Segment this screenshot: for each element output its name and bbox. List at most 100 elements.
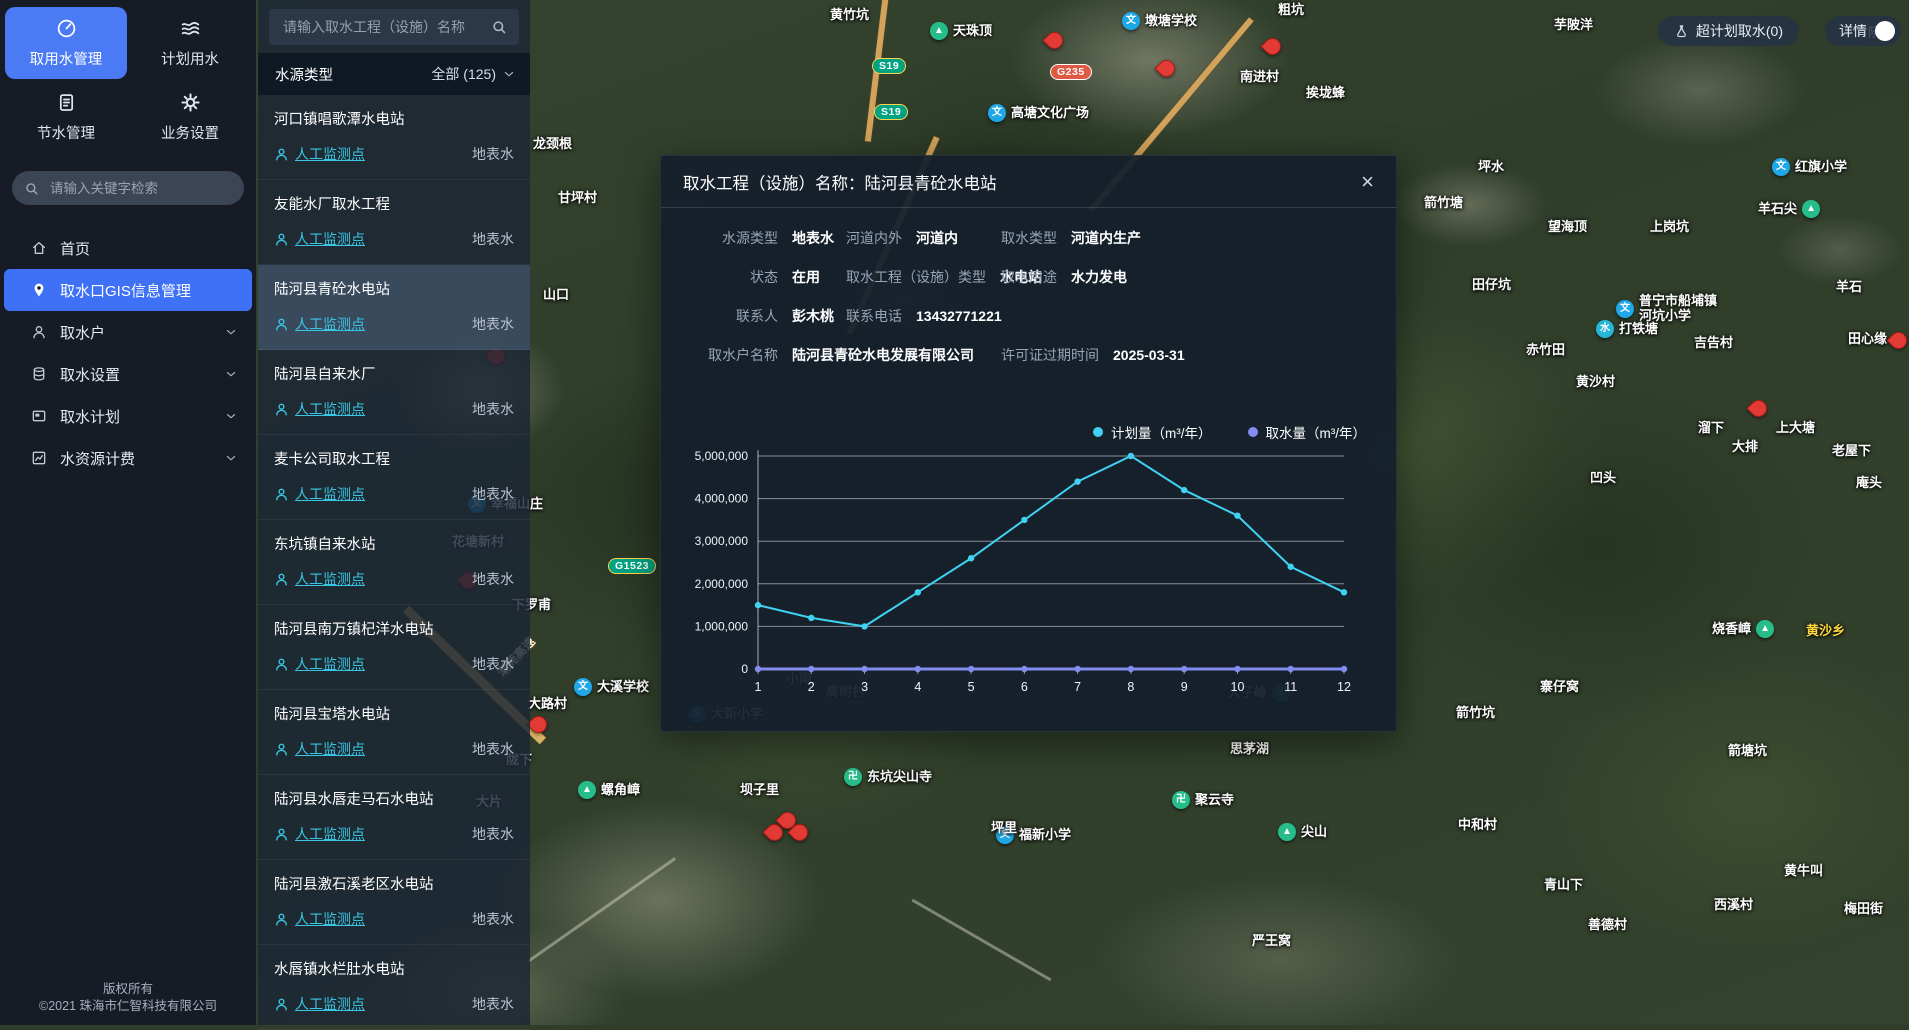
- person-icon: [274, 742, 289, 757]
- legend-item[interactable]: 取水量（m³/年）: [1248, 422, 1367, 442]
- temple-poi-icon[interactable]: 卍: [844, 768, 862, 786]
- station-list-item[interactable]: 友能水厂取水工程 人工监测点 地表水: [258, 180, 530, 265]
- keyword-search[interactable]: [12, 171, 244, 205]
- menu-item-label: 取水口GIS信息管理: [60, 280, 191, 301]
- monitor-type[interactable]: 人工监测点: [274, 144, 365, 164]
- station-list-item[interactable]: 水唇镇水栏肚水电站 人工监测点 地表水: [258, 945, 530, 1030]
- monitor-type[interactable]: 人工监测点: [274, 994, 365, 1014]
- sidebar: 取用水管理 计划用水 节水管理 业务设置 首页 取水口GIS信息管理 取水户 取…: [0, 0, 256, 1025]
- red-pin-marker-icon[interactable]: [1886, 328, 1909, 352]
- station-list-item[interactable]: 陆河县水唇走马石水电站 人工监测点 地表水: [258, 775, 530, 860]
- module-2[interactable]: 节水管理: [5, 81, 127, 153]
- map-place-label: 南进村: [1240, 70, 1279, 85]
- red-pin-marker-icon[interactable]: [1746, 396, 1770, 420]
- person-icon: [274, 912, 289, 927]
- menu-item-2[interactable]: 取水户: [4, 311, 252, 353]
- map-place-label: 箭竹塘: [1424, 196, 1463, 211]
- monitor-type[interactable]: 人工监测点: [274, 399, 365, 419]
- station-list-item[interactable]: 麦卡公司取水工程 人工监测点 地表水: [258, 435, 530, 520]
- module-1[interactable]: 计划用水: [129, 7, 251, 79]
- module-3[interactable]: 业务设置: [129, 81, 251, 153]
- menu-item-1[interactable]: 取水口GIS信息管理: [4, 269, 252, 311]
- monitor-type[interactable]: 人工监测点: [274, 739, 365, 759]
- map-place-label: ▲尖山: [1278, 823, 1327, 841]
- map-place-label: 粗坑: [1278, 3, 1304, 18]
- water-source-type: 地表水: [472, 399, 514, 419]
- svg-text:2: 2: [808, 680, 815, 694]
- station-list-item[interactable]: 陆河县青砼水电站 人工监测点 地表水: [258, 265, 530, 350]
- field-label: 联系人: [683, 306, 778, 326]
- school-poi-icon[interactable]: 文: [574, 678, 592, 696]
- station-search[interactable]: [269, 9, 519, 45]
- school-poi-icon[interactable]: 文: [988, 104, 1006, 122]
- monitor-type[interactable]: 人工监测点: [274, 569, 365, 589]
- field-value: 13432771221: [916, 308, 1002, 324]
- monitor-type[interactable]: 人工监测点: [274, 824, 365, 844]
- mountain-poi-icon[interactable]: ▲: [930, 22, 948, 40]
- field-label: 取水类型: [1001, 228, 1057, 248]
- monitor-type[interactable]: 人工监测点: [274, 484, 365, 504]
- overplan-button[interactable]: 超计划取水(0): [1658, 16, 1799, 46]
- station-list-item[interactable]: 东坑镇自来水站 人工监测点 地表水: [258, 520, 530, 605]
- station-list-item[interactable]: 陆河县南万镇杞洋水电站 人工监测点 地表水: [258, 605, 530, 690]
- module-label: 取用水管理: [30, 48, 103, 69]
- waves-icon: [180, 18, 201, 39]
- person-icon: [274, 402, 289, 417]
- mountain-poi-icon[interactable]: ▲: [578, 781, 596, 799]
- station-name: 友能水厂取水工程: [274, 193, 514, 214]
- water-source-type: 地表水: [472, 824, 514, 844]
- menu-item-4[interactable]: 取水计划: [4, 395, 252, 437]
- monitor-type[interactable]: 人工监测点: [274, 654, 365, 674]
- monitor-type[interactable]: 人工监测点: [274, 229, 365, 249]
- menu-item-0[interactable]: 首页: [4, 227, 252, 269]
- toggle-knob[interactable]: [1875, 21, 1895, 41]
- map-place-label: 大路村: [528, 697, 567, 712]
- svg-text:4: 4: [914, 680, 921, 694]
- legend-dot-icon: [1248, 427, 1258, 437]
- red-pin-marker-icon[interactable]: [1042, 28, 1066, 52]
- home-icon: [31, 240, 47, 256]
- mountain-poi-icon[interactable]: ▲: [1278, 823, 1296, 841]
- keyword-search-input[interactable]: [48, 180, 232, 197]
- map-place-label: 溜下: [1698, 421, 1724, 436]
- close-icon[interactable]: ×: [1361, 171, 1374, 193]
- legend-item[interactable]: 计划量（m³/年）: [1093, 422, 1212, 442]
- school-poi-icon[interactable]: 文: [1616, 300, 1634, 318]
- mountain-poi-icon[interactable]: ▲: [1802, 200, 1820, 218]
- mountain-poi-icon[interactable]: ▲: [1756, 620, 1774, 638]
- station-list-item[interactable]: 陆河县自来水厂 人工监测点 地表水: [258, 350, 530, 435]
- red-pin-marker-icon[interactable]: [1154, 56, 1178, 80]
- station-list-item[interactable]: 河口镇唱歌潭水电站 人工监测点 地表水: [258, 95, 530, 180]
- school-poi-icon[interactable]: 文: [1772, 158, 1790, 176]
- school-poi-icon[interactable]: 文: [1122, 12, 1140, 30]
- map-place-label: 黄沙乡: [1806, 624, 1845, 639]
- map-place-label: 文墩塘学校: [1122, 12, 1197, 30]
- monitor-type[interactable]: 人工监测点: [274, 909, 365, 929]
- source-type-filter[interactable]: 水源类型 全部 (125): [258, 53, 530, 95]
- module-0[interactable]: 取用水管理: [5, 7, 127, 79]
- map-place-label: 箭竹坑: [1456, 706, 1495, 721]
- water-source-type: 地表水: [472, 144, 514, 164]
- map-place-label: 中和村: [1458, 818, 1497, 833]
- svg-text:9: 9: [1181, 680, 1188, 694]
- station-list-item[interactable]: 陆河县宝塔水电站 人工监测点 地表水: [258, 690, 530, 775]
- field-label: 取水用途: [1001, 267, 1057, 287]
- station-search-input[interactable]: [281, 18, 483, 36]
- water-poi-icon[interactable]: 水: [1596, 320, 1614, 338]
- menu-item-3[interactable]: 取水设置: [4, 353, 252, 395]
- svg-text:5: 5: [968, 680, 975, 694]
- menu-item-label: 首页: [60, 238, 90, 259]
- station-name: 麦卡公司取水工程: [274, 448, 514, 469]
- detail-row: 状态 在用取水工程（设施）类型 水电站取水用途 水力发电: [661, 257, 1396, 296]
- menu-item-5[interactable]: 水资源计费: [4, 437, 252, 479]
- monitor-type[interactable]: 人工监测点: [274, 314, 365, 334]
- station-list-item[interactable]: 陆河县激石溪老区水电站 人工监测点 地表水: [258, 860, 530, 945]
- red-pin-marker-icon[interactable]: [1260, 34, 1284, 58]
- station-panel: 水源类型 全部 (125) 河口镇唱歌潭水电站 人工监测点 地表水 友能水厂取水…: [258, 0, 530, 1025]
- filter-value[interactable]: 全部 (125): [431, 64, 516, 84]
- map-place-label: 芋陂洋: [1554, 18, 1593, 33]
- map-place-label: 龙颈根: [533, 137, 572, 152]
- detail-toggle[interactable]: 详情: [1825, 16, 1901, 46]
- temple-poi-icon[interactable]: 卍: [1172, 791, 1190, 809]
- search-icon[interactable]: [491, 19, 507, 35]
